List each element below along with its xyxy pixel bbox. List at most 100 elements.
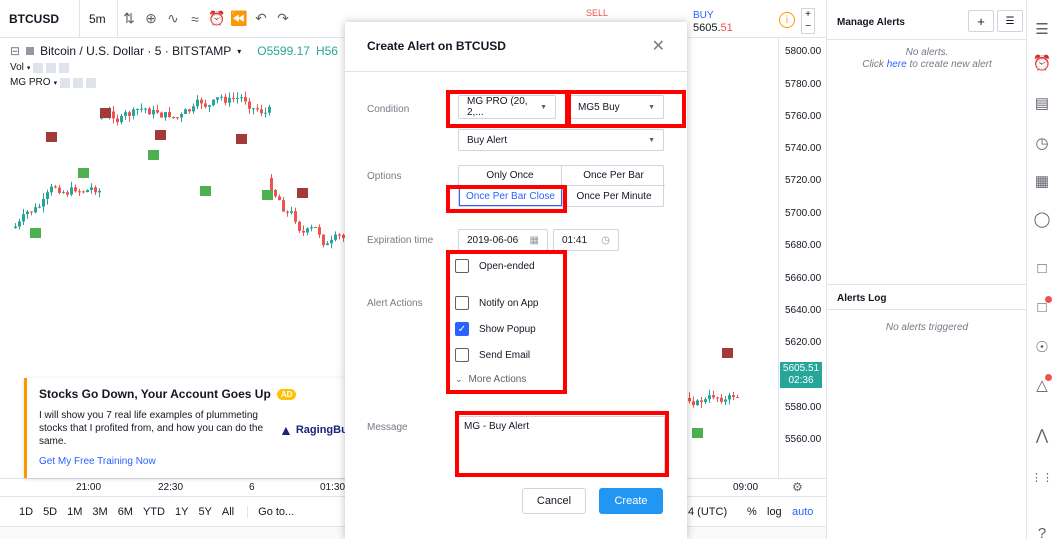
condition-alert-select[interactable]: Buy Alert ▼ [458, 129, 664, 151]
calendar-icon[interactable]: ▦ [1031, 170, 1053, 192]
buy-price: 5605.51 [693, 22, 733, 34]
candle [42, 198, 45, 207]
collapse-icon[interactable]: ⊟ [10, 44, 20, 58]
range-3m[interactable]: 3M [87, 506, 112, 518]
option-once-per-bar[interactable]: Once Per Bar [562, 166, 665, 186]
candle [54, 186, 57, 188]
help-icon[interactable]: ? [1031, 522, 1053, 539]
indicator-label[interactable]: MG PRO [10, 77, 51, 88]
ad-link[interactable]: Get My Free Training Now [39, 456, 334, 467]
alarm-clock-icon[interactable]: ⏰ [1031, 52, 1053, 74]
legend-open: O5599.17 [257, 44, 310, 58]
buy-quote[interactable]: BUY 5605.51 [693, 10, 733, 34]
range-5y[interactable]: 5Y [193, 506, 216, 518]
close-icon[interactable]: ✕ [652, 36, 665, 56]
streams-icon[interactable]: ☉ [1031, 336, 1053, 358]
watchlist-icon[interactable]: ☰ [1031, 18, 1053, 40]
candle [208, 105, 211, 107]
legend-caret[interactable]: ▾ [237, 47, 241, 56]
candle [240, 97, 243, 99]
candle [244, 97, 247, 102]
redo-icon[interactable]: ↷ [272, 0, 294, 38]
zoom-buttons[interactable]: + − [801, 8, 815, 34]
range-5d[interactable]: 5D [38, 506, 62, 518]
alert-icon[interactable]: ⏰ [206, 0, 228, 38]
range-1m[interactable]: 1M [62, 506, 87, 518]
candle [30, 211, 33, 213]
alerts-title: Manage Alerts [837, 17, 905, 28]
eye-icon[interactable] [60, 77, 71, 88]
buy-signal-icon [30, 228, 41, 238]
menu-icon[interactable]: ☰ [997, 10, 1023, 32]
option-only-once[interactable]: Only Once [459, 166, 562, 186]
undo-icon[interactable]: ↶ [250, 0, 272, 38]
candle [290, 211, 293, 213]
close-icon[interactable] [86, 77, 97, 88]
alerts-log-header: Alerts Log [827, 284, 1027, 310]
data-window-icon[interactable]: ▤ [1031, 92, 1053, 114]
notifications-icon[interactable]: △ [1031, 374, 1053, 396]
current-price-badge: 5605.51 02:36 [780, 362, 822, 388]
time-label: 21:00 [76, 482, 102, 493]
volume-label[interactable]: Vol [10, 62, 24, 73]
indicators-icon[interactable]: ∿ [162, 0, 184, 38]
chevron-down-icon[interactable]: ▾ [54, 79, 58, 87]
candle [232, 97, 235, 99]
range-ytd[interactable]: YTD [138, 506, 170, 518]
candle [700, 400, 703, 403]
range-1y[interactable]: 1Y [170, 506, 193, 518]
chart-icon[interactable]: ⋀ [1031, 424, 1053, 446]
price-tick: 5760.00 [785, 111, 822, 122]
option-once-per-minute[interactable]: Once Per Minute [562, 186, 665, 206]
timezone-button[interactable]: 4 (UTC) [683, 506, 732, 518]
range-6m[interactable]: 6M [113, 506, 138, 518]
range-1d[interactable]: 1D [14, 506, 38, 518]
sell-label[interactable]: SELL [586, 8, 608, 18]
create-button[interactable]: Create [599, 488, 663, 514]
range-all[interactable]: All [217, 506, 239, 518]
candle [318, 227, 321, 235]
ad-banner[interactable]: Stocks Go Down, Your Account Goes Up AD … [24, 378, 348, 478]
price-axis[interactable]: 5800.00 5780.00 5760.00 5740.00 5720.00 5700.… [778, 38, 826, 478]
templates-icon[interactable]: ≈ [184, 0, 206, 38]
symbol-search[interactable]: BTCUSD [0, 0, 80, 38]
expiration-time-input[interactable]: 01:41 ◷ [553, 229, 619, 251]
price-tick: 5640.00 [785, 305, 822, 316]
percent-toggle[interactable]: % [742, 506, 762, 518]
replay-icon[interactable]: ⏪ [228, 0, 250, 38]
alerts-log-title: Alerts Log [837, 293, 887, 304]
settings-icon[interactable] [46, 62, 57, 73]
candle [86, 189, 89, 193]
ad-text: I will show you 7 real life examples of … [39, 410, 264, 447]
apps-icon[interactable]: ⋮⋮ [1031, 466, 1053, 488]
auto-toggle[interactable]: auto [787, 506, 818, 518]
private-chat-icon[interactable]: □ [1031, 296, 1053, 318]
interval-select[interactable]: 5m [80, 0, 118, 38]
add-alert-button[interactable]: + [968, 10, 994, 32]
eye-icon[interactable] [33, 62, 44, 73]
chat-icon[interactable]: □ [1031, 257, 1053, 279]
candle [688, 398, 691, 402]
info-icon[interactable]: i [779, 12, 795, 28]
candle [326, 243, 329, 246]
candle [736, 396, 739, 398]
add-compare-icon[interactable]: ⊕ [140, 0, 162, 38]
hotlist-icon[interactable]: ◷ [1031, 132, 1053, 154]
goto-button[interactable]: Go to... [247, 505, 299, 518]
ad-logo[interactable]: ▲ RagingBu [279, 422, 348, 438]
candle [58, 187, 61, 193]
chevron-down-icon[interactable]: ▾ [27, 64, 31, 72]
log-toggle[interactable]: log [762, 506, 787, 518]
cancel-button[interactable]: Cancel [522, 488, 586, 514]
settings-icon[interactable] [73, 77, 84, 88]
close-icon[interactable] [59, 62, 70, 73]
create-alert-link[interactable]: here [887, 59, 907, 70]
settings-gear-icon[interactable]: ⚙ [792, 480, 803, 494]
bar-style-icon[interactable]: ⇅ [118, 0, 140, 38]
expiration-date-input[interactable]: 2019-06-06 ▦ [458, 229, 548, 251]
candle [200, 99, 203, 104]
ideas-icon[interactable]: ◯ [1031, 208, 1053, 230]
create-alert-dialog: Create Alert on BTCUSD ✕ Condition MG PR… [345, 22, 687, 539]
buy-signal-icon [200, 186, 211, 196]
message-label: Message [367, 422, 408, 433]
